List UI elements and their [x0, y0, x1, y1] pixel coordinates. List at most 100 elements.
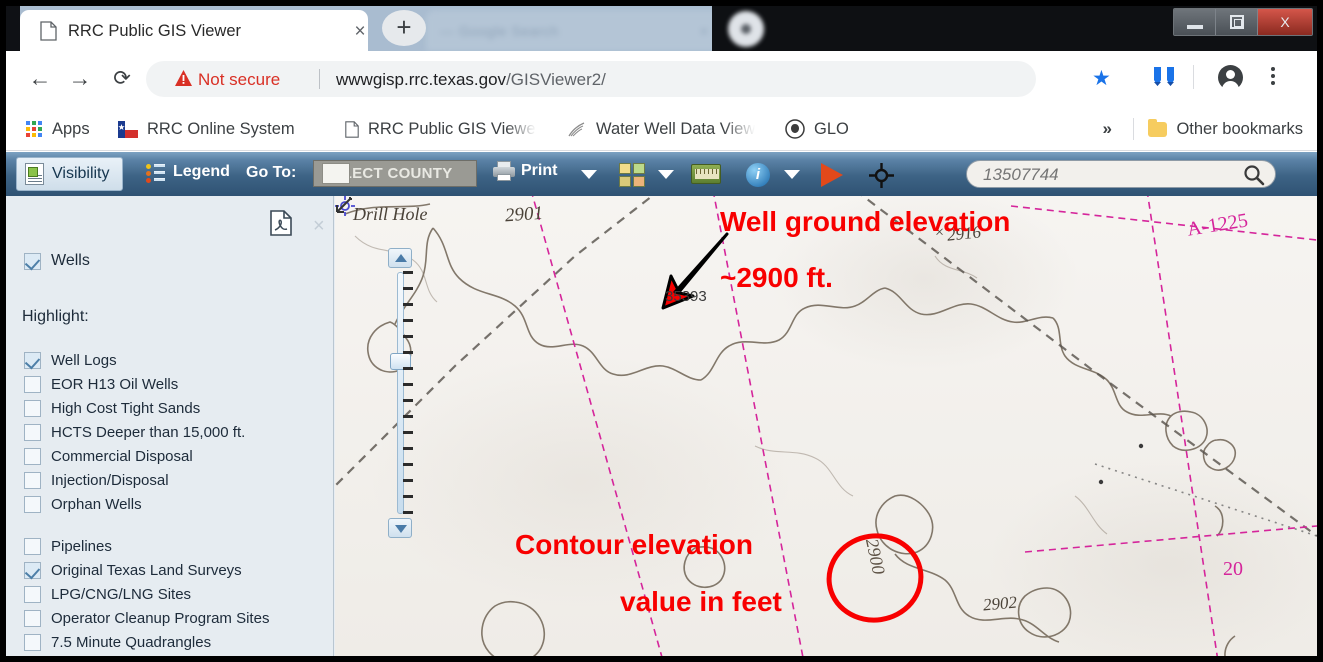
layers-sidebar: × Wells Highlight: Well Logs EOR H13 Oil…: [6, 196, 334, 656]
checkbox-original-texas-land-surveys[interactable]: [24, 562, 41, 579]
layer-checkbox-lpg-cng-lng-sites[interactable]: LPG/CNG/LNG Sites: [24, 586, 191, 603]
search-icon[interactable]: [1243, 164, 1265, 186]
forward-icon[interactable]: →: [64, 63, 96, 95]
layer-checkbox-orphan-wells[interactable]: Orphan Wells: [24, 496, 142, 513]
layer-checkbox-operator-cleanup-program-sites[interactable]: Operator Cleanup Program Sites: [24, 610, 269, 627]
legend-label: Legend: [173, 163, 230, 180]
background-tab[interactable]: — Google Search ×: [426, 10, 726, 51]
print-button[interactable]: Print: [493, 161, 557, 181]
well-id-label: 35393: [665, 288, 707, 305]
legend-button[interactable]: Legend: [146, 162, 230, 183]
printer-icon: [493, 161, 515, 181]
search-box[interactable]: [966, 160, 1276, 188]
close-window-glyph: X: [1280, 14, 1290, 30]
layers-icon[interactable]: [619, 163, 645, 187]
active-tab-title: RRC Public GIS Viewer: [68, 22, 242, 40]
checkbox-orphan-wells[interactable]: [24, 496, 41, 513]
new-tab-plus-icon: +: [396, 12, 412, 42]
layer-checkbox-commercial-disposal[interactable]: Commercial Disposal: [24, 448, 193, 465]
map-canvas[interactable]: Drill Hole 2901 2916 2902 2900 × A-1225 …: [335, 196, 1317, 656]
goto-label: Go To:: [246, 164, 297, 181]
layer-label: HCTS Deeper than 15,000 ft.: [51, 424, 246, 441]
crosshair-icon[interactable]: [869, 163, 894, 188]
gis-toolbar: Visibility Legend Go To: SELECT COUNTY P…: [6, 152, 1317, 196]
checkbox-hcts-deeper[interactable]: [24, 424, 41, 441]
checkbox-pipelines[interactable]: [24, 538, 41, 555]
minimize-button[interactable]: [1174, 9, 1216, 35]
bookmark-glo[interactable]: GLO: [785, 115, 849, 143]
layer-checkbox-pipelines[interactable]: Pipelines: [24, 538, 112, 555]
active-tab[interactable]: RRC Public GIS Viewer ×: [20, 10, 368, 51]
bookmark-star-icon[interactable]: ★: [1092, 66, 1111, 91]
layer-label: Orphan Wells: [51, 496, 142, 513]
obscured-circle-icon: [728, 11, 764, 47]
bookmark-rrc-public-gis-viewer[interactable]: RRC Public GIS Viewe: [345, 115, 536, 143]
checkbox-wells[interactable]: [24, 252, 41, 270]
zoom-out-button[interactable]: [388, 518, 412, 538]
layer-checkbox-hcts-deeper[interactable]: HCTS Deeper than 15,000 ft.: [24, 424, 245, 441]
background-tab-close-icon[interactable]: ×: [700, 23, 708, 39]
flag-icon[interactable]: [821, 163, 843, 187]
info-dropdown-caret-icon[interactable]: [784, 170, 800, 179]
layer-checkbox-wells[interactable]: Wells: [24, 252, 90, 270]
layer-checkbox-injection-disposal[interactable]: Injection/Disposal: [24, 472, 169, 489]
maximize-button[interactable]: [1216, 9, 1258, 35]
checkbox-operator-cleanup-program-sites[interactable]: [24, 610, 41, 627]
annotation-well-elevation-line2: ~2900 ft.: [720, 262, 833, 293]
close-window-button[interactable]: X: [1258, 9, 1312, 35]
bookmark-apps[interactable]: Apps: [26, 115, 90, 143]
layer-checkbox-high-cost-tight-sands[interactable]: High Cost Tight Sands: [24, 400, 200, 417]
profile-avatar-icon[interactable]: [1218, 65, 1243, 92]
chrome-menu-icon[interactable]: [1262, 64, 1284, 92]
panel-close-icon[interactable]: ×: [313, 215, 325, 238]
layer-checkbox-quadrangles[interactable]: 7.5 Minute Quadrangles: [24, 634, 211, 651]
search-input[interactable]: [983, 164, 1223, 186]
layer-label: EOR H13 Oil Wells: [51, 376, 179, 393]
layer-label: Pipelines: [51, 538, 112, 555]
zoom-scale-ticks: [403, 271, 413, 521]
map-expand-icon[interactable]: [335, 196, 355, 214]
info-icon[interactable]: i: [746, 163, 770, 187]
visibility-label: Visibility: [52, 165, 110, 182]
checkbox-high-cost-tight-sands[interactable]: [24, 400, 41, 417]
measure-icon[interactable]: [691, 164, 721, 184]
layer-label: 7.5 Minute Quadrangles: [51, 634, 212, 651]
checkbox-injection-disposal[interactable]: [24, 472, 41, 489]
tab-close-icon[interactable]: ×: [350, 22, 370, 42]
legend-icon: [146, 162, 166, 183]
reload-icon[interactable]: ⟳: [106, 63, 138, 95]
checkbox-eor-h13-oil-wells[interactable]: [24, 376, 41, 393]
folder-icon: [1148, 118, 1168, 137]
visibility-button[interactable]: Visibility: [16, 157, 123, 191]
bookmark-rrc-online-system[interactable]: RRC Online System: [118, 115, 295, 143]
bookmark-water-well-data-viewer[interactable]: Water Well Data View: [567, 115, 755, 143]
bookmark-label: Apps: [52, 119, 90, 138]
print-dropdown-caret-icon[interactable]: [581, 170, 597, 179]
checkbox-lpg-cng-lng-sites[interactable]: [24, 586, 41, 603]
layers-dropdown-caret-icon[interactable]: [658, 170, 674, 179]
layer-checkbox-well-logs[interactable]: Well Logs: [24, 352, 117, 369]
layer-checkbox-eor-h13-oil-wells[interactable]: EOR H13 Oil Wells: [24, 376, 178, 393]
layer-label: Operator Cleanup Program Sites: [51, 610, 270, 627]
pdf-export-icon[interactable]: [270, 210, 292, 236]
checkbox-well-logs[interactable]: [24, 352, 41, 369]
new-tab-button[interactable]: +: [382, 10, 426, 46]
texas-flag-icon: [118, 120, 138, 138]
checkbox-commercial-disposal[interactable]: [24, 448, 41, 465]
url-host: wwwgisp.rrc.texas.gov: [336, 70, 507, 89]
bookmarks-overflow-icon[interactable]: »: [1103, 119, 1112, 139]
layer-checkbox-original-texas-land-surveys[interactable]: Original Texas Land Surveys: [24, 562, 242, 579]
url-path: /GISViewer2/: [506, 70, 606, 89]
other-bookmarks-button[interactable]: Other bookmarks: [1148, 115, 1303, 143]
extension-icon[interactable]: [1150, 65, 1180, 89]
zoom-in-button[interactable]: [388, 248, 412, 268]
other-bookmarks-label: Other bookmarks: [1176, 119, 1303, 138]
county-select[interactable]: SELECT COUNTY: [313, 160, 477, 187]
omnibox-separator: [319, 69, 320, 89]
annotation-contour-line2: value in feet: [620, 586, 782, 617]
checkbox-quadrangles[interactable]: [24, 634, 41, 651]
back-icon[interactable]: ←: [24, 63, 56, 95]
toolbar-separator: [1193, 65, 1194, 89]
bookmark-label: Water Well Data View: [596, 119, 756, 138]
omnibox[interactable]: Not secure wwwgisp.rrc.texas.gov/GISView…: [146, 61, 1036, 97]
